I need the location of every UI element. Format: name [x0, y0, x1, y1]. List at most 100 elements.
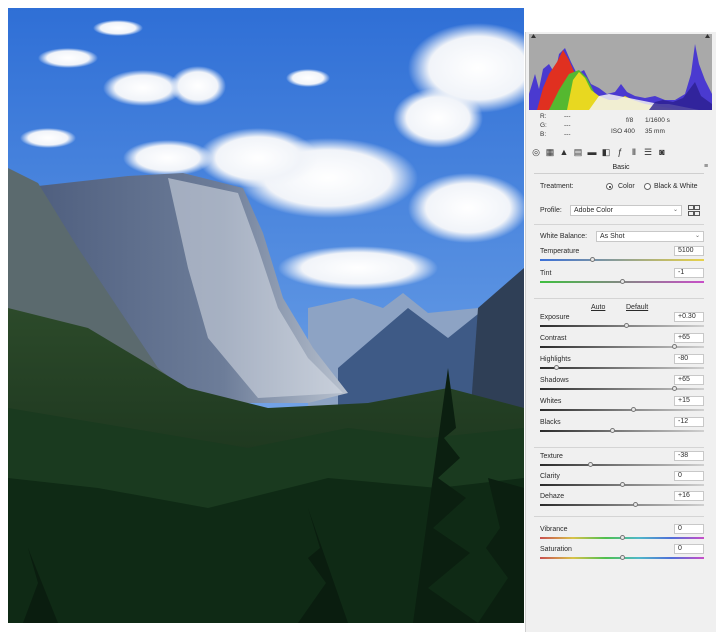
dehaze-value-field[interactable]: +16 [674, 491, 704, 501]
g-label: G: [540, 122, 547, 129]
blacks-label: Blacks [540, 419, 561, 426]
chevron-down-icon: ⌄ [694, 233, 700, 239]
clarity-slider-thumb[interactable] [619, 482, 625, 487]
highlights-label: Highlights [540, 356, 571, 363]
contrast-label: Contrast [540, 335, 567, 342]
shadow-clipping-icon[interactable] [531, 34, 536, 38]
basic-icon[interactable]: ◎ [531, 147, 541, 157]
b-label: B: [540, 131, 547, 138]
whites-label: Whites [540, 398, 562, 405]
whites-slider-thumb[interactable] [630, 407, 636, 412]
effects-icon[interactable]: ƒ [615, 147, 625, 157]
shadows-value-field[interactable]: +65 [674, 375, 704, 385]
temperature-slider-thumb[interactable] [589, 257, 595, 262]
profile-label: Profile: [540, 207, 562, 214]
highlight-clipping-icon[interactable] [705, 34, 710, 38]
b-value: --- [564, 131, 571, 138]
treatment-label: Treatment: [540, 183, 574, 190]
r-label: R: [540, 113, 547, 120]
whites-value-field[interactable]: +15 [674, 396, 704, 406]
dehaze-label: Dehaze [540, 493, 565, 500]
histogram-readout: R: --- G: --- B: --- f/8 1/1600 s ISO 40… [526, 112, 716, 144]
vibrance-label: Vibrance [540, 526, 568, 533]
tint-slider[interactable] [540, 279, 704, 284]
temperature-slider[interactable] [540, 257, 704, 262]
highlights-slider-thumb[interactable] [553, 365, 559, 370]
snapshots-icon[interactable]: ◙ [657, 147, 667, 157]
split-toning-icon[interactable]: ▬ [587, 147, 597, 157]
aperture: f/8 [626, 117, 634, 124]
contrast-slider[interactable] [540, 344, 704, 349]
tint-label: Tint [540, 270, 552, 277]
exposure-label: Exposure [540, 314, 570, 321]
white-balance-value: As Shot [600, 233, 625, 240]
lens-icon[interactable]: ◧ [601, 147, 611, 157]
clarity-label: Clarity [540, 473, 560, 480]
profile-value: Adobe Color [574, 207, 613, 214]
divider [534, 224, 704, 225]
hsl-icon[interactable]: ▤ [573, 147, 583, 157]
auto-link[interactable]: Auto [591, 304, 605, 311]
histogram-graph [529, 34, 712, 110]
divider [534, 173, 704, 174]
exposure-value-field[interactable]: +0.30 [674, 312, 704, 322]
blacks-slider[interactable] [540, 428, 704, 433]
calibration-icon[interactable]: Ⅱ [629, 147, 639, 157]
exposure-slider[interactable] [540, 323, 704, 328]
temperature-value-field[interactable]: 5100 [674, 246, 704, 256]
treatment-color-radio[interactable] [606, 183, 613, 190]
treatment-bw-radio[interactable] [644, 183, 651, 190]
white-balance-label: White Balance: [540, 233, 588, 240]
texture-value-field[interactable]: -38 [674, 451, 704, 461]
highlights-value-field[interactable]: -80 [674, 354, 704, 364]
tint-value-field[interactable]: -1 [674, 268, 704, 278]
presets-icon[interactable]: ☰ [643, 147, 653, 157]
dehaze-slider[interactable] [540, 502, 704, 507]
tone-curve-icon[interactable]: ▦ [545, 147, 555, 157]
photo-preview [8, 8, 524, 623]
texture-slider[interactable] [540, 462, 704, 467]
vibrance-slider[interactable] [540, 535, 704, 540]
exposure-slider-thumb[interactable] [624, 323, 630, 328]
detail-icon[interactable]: ▲ [559, 147, 569, 157]
whites-slider[interactable] [540, 407, 704, 412]
dehaze-slider-thumb[interactable] [632, 502, 638, 507]
contrast-slider-thumb[interactable] [671, 344, 677, 349]
treatment-bw-label[interactable]: Black & White [654, 183, 698, 190]
divider [534, 516, 704, 517]
profile-browser-icon[interactable] [688, 205, 700, 216]
landscape-photo [8, 8, 524, 623]
default-link[interactable]: Default [626, 304, 648, 311]
chevron-down-icon: ⌄ [672, 207, 678, 213]
blacks-value-field[interactable]: -12 [674, 417, 704, 427]
focal-length: 35 mm [645, 128, 665, 135]
r-value: --- [564, 113, 571, 120]
shutter-speed: 1/1600 s [645, 117, 670, 124]
panel-menu-icon[interactable]: ≡ [704, 163, 712, 170]
shadows-label: Shadows [540, 377, 569, 384]
saturation-label: Saturation [540, 546, 572, 553]
vibrance-value-field[interactable]: 0 [674, 524, 704, 534]
treatment-color-label[interactable]: Color [618, 183, 635, 190]
clarity-value-field[interactable]: 0 [674, 471, 704, 481]
vibrance-slider-thumb[interactable] [619, 535, 625, 540]
clarity-slider[interactable] [540, 482, 704, 487]
iso: ISO 400 [611, 128, 635, 135]
saturation-value-field[interactable]: 0 [674, 544, 704, 554]
saturation-slider[interactable] [540, 555, 704, 560]
panel-title: Basic [612, 164, 630, 171]
develop-panel: R: --- G: --- B: --- f/8 1/1600 s ISO 40… [525, 32, 716, 632]
histogram [529, 34, 712, 110]
saturation-slider-thumb[interactable] [619, 555, 625, 560]
profile-select[interactable]: Adobe Color ⌄ [570, 205, 682, 216]
blacks-slider-thumb[interactable] [609, 428, 615, 433]
shadows-slider[interactable] [540, 386, 704, 391]
shadows-slider-thumb[interactable] [671, 386, 677, 391]
contrast-value-field[interactable]: +65 [674, 333, 704, 343]
temperature-label: Temperature [540, 248, 580, 255]
texture-label: Texture [540, 453, 563, 460]
highlights-slider[interactable] [540, 365, 704, 370]
white-balance-select[interactable]: As Shot ⌄ [596, 231, 704, 242]
tint-slider-thumb[interactable] [619, 279, 625, 284]
texture-slider-thumb[interactable] [588, 462, 594, 467]
